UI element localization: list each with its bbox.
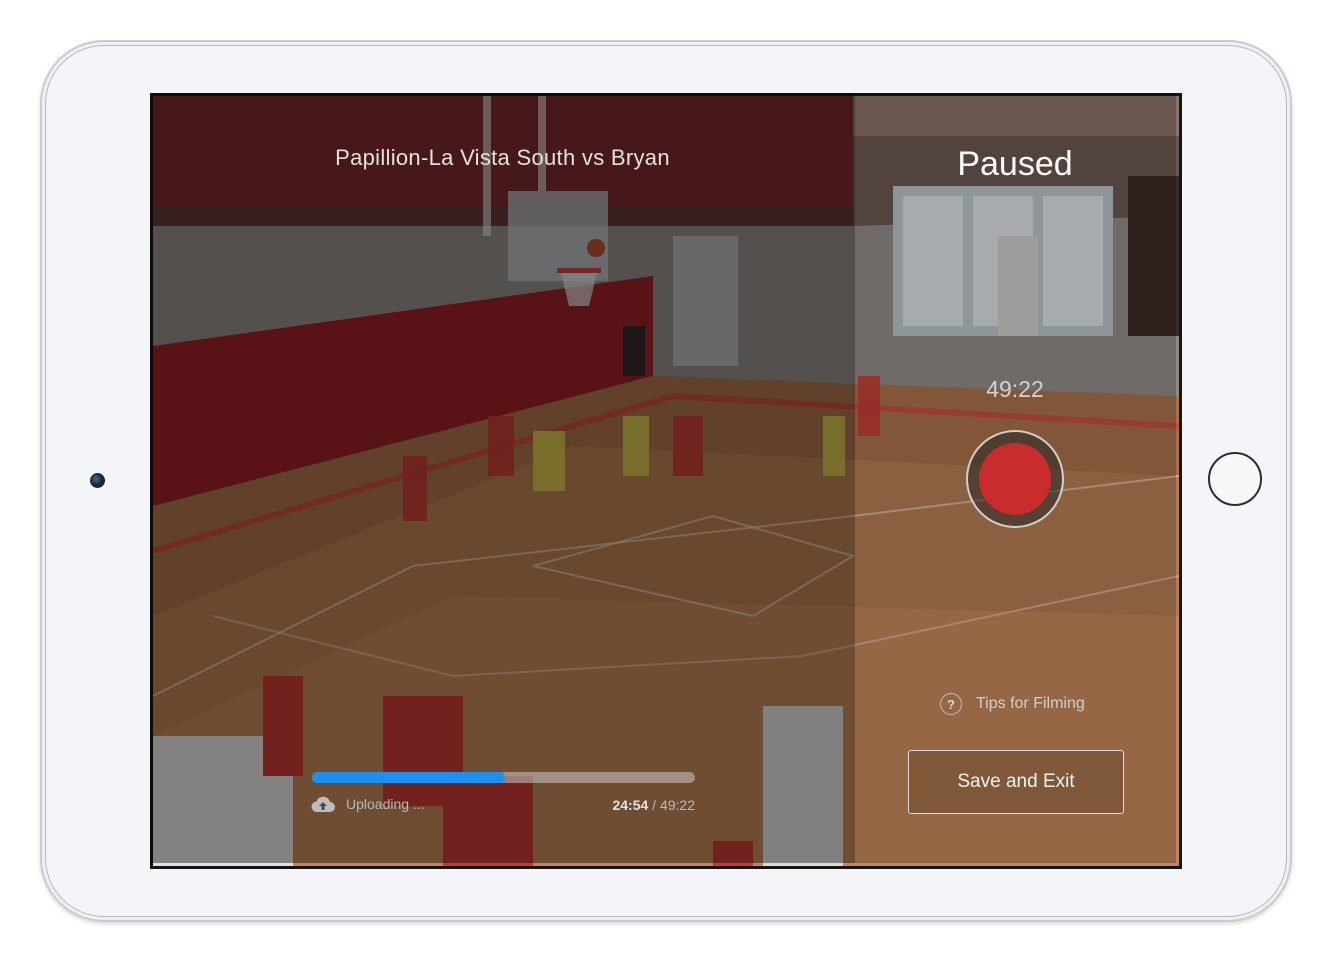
upload-progress-fill <box>312 772 506 783</box>
record-button[interactable] <box>966 430 1064 528</box>
cloud-upload-icon <box>311 796 335 813</box>
game-title: Papillion-La Vista South vs Bryan <box>335 145 670 170</box>
record-icon <box>979 443 1051 515</box>
front-camera <box>90 473 105 488</box>
total-time: 49:22 <box>659 797 695 813</box>
video-dim-overlay <box>150 93 855 863</box>
screen: Papillion-La Vista South vs Bryan Paused… <box>150 93 1182 869</box>
save-and-exit-button[interactable]: Save and Exit <box>908 750 1124 814</box>
uploaded-time: 24:54 <box>612 797 649 813</box>
help-icon: ? <box>940 693 962 715</box>
upload-time-progress: 24:54 / 49:22 <box>555 797 695 813</box>
time-separator: / <box>648 797 660 813</box>
elapsed-time: 49:22 <box>986 376 1044 402</box>
upload-status: Uploading ... <box>311 795 425 813</box>
home-button[interactable] <box>1208 452 1262 506</box>
tips-label: Tips for Filming <box>976 695 1085 712</box>
recording-status: Paused <box>957 145 1073 183</box>
upload-status-label: Uploading ... <box>346 796 425 812</box>
tips-for-filming-link[interactable]: ? Tips for Filming <box>940 690 1140 718</box>
upload-progress-bar <box>312 772 695 783</box>
